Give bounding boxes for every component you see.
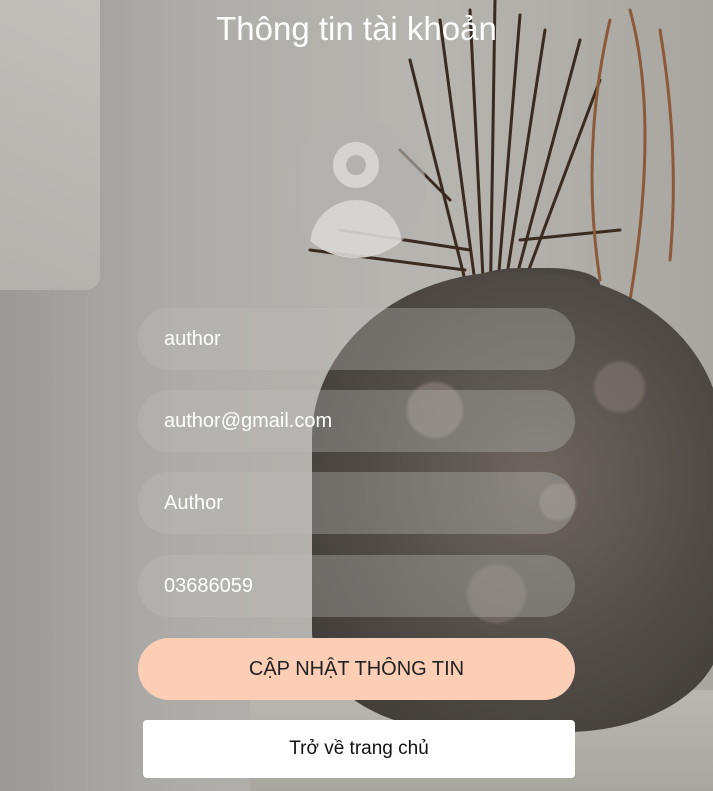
phone-input[interactable] <box>164 574 549 598</box>
email-input[interactable] <box>164 409 549 433</box>
back-home-button[interactable]: Trở về trang chủ <box>143 720 575 778</box>
username-input[interactable] <box>164 327 549 351</box>
fullname-input[interactable] <box>164 491 549 515</box>
phone-field[interactable] <box>138 555 575 617</box>
page-title: Thông tin tài khoản <box>216 10 497 47</box>
user-avatar-icon[interactable] <box>286 118 426 258</box>
update-info-button[interactable]: CẬP NHẬT THÔNG TIN <box>138 638 575 700</box>
username-field[interactable] <box>138 308 575 370</box>
fullname-field[interactable] <box>138 472 575 534</box>
avatar-body-shape <box>310 200 402 258</box>
email-field[interactable] <box>138 390 575 452</box>
avatar-head-shape <box>333 142 379 188</box>
